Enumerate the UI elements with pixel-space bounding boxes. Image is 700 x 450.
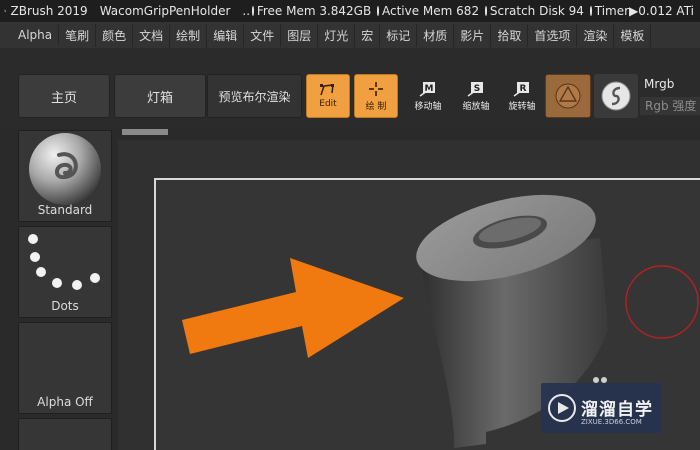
menu-color[interactable]: 颜色 <box>96 23 134 47</box>
menu-render[interactable]: 渲染 <box>577 23 615 47</box>
active-mem-dot-icon <box>377 6 379 16</box>
edit-label: Edit <box>319 99 337 109</box>
menu-edit[interactable]: 编辑 <box>207 23 245 47</box>
draw-icon <box>369 81 383 96</box>
menu-light[interactable]: 灯光 <box>318 23 356 47</box>
menu-layer[interactable]: 图层 <box>281 23 319 47</box>
lightbox-button[interactable]: 灯箱 <box>114 74 206 118</box>
standard-brush-icon <box>29 133 101 205</box>
edit-icon <box>320 84 334 96</box>
orange-arrow-shape <box>182 258 404 358</box>
move-axis-label: 移动轴 <box>414 101 442 112</box>
scale-icon: S <box>467 81 483 97</box>
scale-axis-button[interactable]: S 缩放轴 <box>454 74 498 118</box>
mrgb-button[interactable]: Mrgb <box>644 77 674 91</box>
draw-label: 绘 制 <box>365 101 387 112</box>
play-logo-icon <box>548 394 576 422</box>
menu-preferences[interactable]: 首选项 <box>528 23 578 47</box>
rgb-intensity-slider[interactable]: Rgb 强度 <box>640 97 700 115</box>
free-mem: Free Mem 3.842GB <box>256 4 372 18</box>
stroke-label: Dots <box>51 299 79 313</box>
rotate-axis-button[interactable]: R 旋转轴 <box>500 74 544 118</box>
rotate-axis-label: 旋转轴 <box>508 101 536 112</box>
menu-stencil[interactable]: 模板 <box>614 23 652 47</box>
scale-axis-label: 缩放轴 <box>462 101 490 112</box>
timer-dot-icon <box>589 6 592 16</box>
menu-document[interactable]: 文档 <box>133 23 171 47</box>
material-button[interactable] <box>545 74 591 118</box>
alpha-label: Alpha Off <box>37 395 93 409</box>
menu-material[interactable]: 材质 <box>417 23 455 47</box>
zsphere-button[interactable] <box>594 74 638 118</box>
rotate-icon: R <box>513 81 529 97</box>
menu-movie[interactable]: 影片 <box>454 23 492 47</box>
move-axis-button[interactable]: M 移动轴 <box>406 74 450 118</box>
free-mem-dot-icon <box>252 6 254 16</box>
scale-key-text: S <box>474 84 480 94</box>
title-ellipsis: .. <box>242 4 251 18</box>
active-mem: Active Mem 682 <box>382 4 480 18</box>
edit-button[interactable]: Edit <box>306 74 350 118</box>
bpr-render-button[interactable]: 预览布尔渲染 <box>207 74 302 118</box>
menu-marker[interactable]: 标记 <box>380 23 418 47</box>
red-gizmo-circle <box>625 265 699 339</box>
texture-slot[interactable] <box>18 418 112 450</box>
move-icon: M <box>419 81 435 97</box>
menu-file[interactable]: 文件 <box>244 23 282 47</box>
stroke-slot[interactable]: Dots <box>18 226 112 318</box>
menu-alpha[interactable]: Alpha <box>12 25 60 45</box>
home-button[interactable]: 主页 <box>18 74 110 118</box>
menu-macro[interactable]: 宏 <box>355 23 381 47</box>
top-shelf: 主页 灯箱 预览布尔渲染 Edit 绘 制 M 移动轴 S 缩放轴 R 旋转轴 … <box>0 48 700 126</box>
menu-picker[interactable]: 拾取 <box>491 23 529 47</box>
timer: Timer▶0.012 ATi <box>594 4 695 18</box>
menu-bar: Alpha 笔刷 颜色 文档 绘制 编辑 文件 图层 灯光 宏 标记 材质 影片… <box>0 22 700 48</box>
watermark-logo: 溜溜自学 ZIXUE.3D66.COM <box>541 383 661 433</box>
menu-brush[interactable]: 笔刷 <box>59 23 97 47</box>
app-title: ZBrush 2019 <box>10 4 88 18</box>
title-bar: ZBrush 2019 WacomGripPenHolder .. Free M… <box>0 0 700 22</box>
watermark-title: 溜溜自学 <box>581 400 653 420</box>
watermark-subtitle: ZIXUE.3D66.COM <box>581 418 642 426</box>
draw-button[interactable]: 绘 制 <box>354 74 398 118</box>
brush-slot[interactable]: Standard <box>18 130 112 222</box>
canvas-scroll-handle[interactable] <box>122 129 168 135</box>
scratch-disk: Scratch Disk 94 <box>489 4 584 18</box>
brush-label: Standard <box>37 203 93 217</box>
menu-draw[interactable]: 绘制 <box>170 23 208 47</box>
zsphere-icon <box>601 81 631 111</box>
alpha-slot[interactable]: Alpha Off <box>18 322 112 414</box>
zbrush-logo-icon <box>4 9 7 13</box>
document-name: WacomGripPenHolder <box>99 4 231 18</box>
material-sphere-icon <box>555 83 581 109</box>
scratch-disk-dot-icon <box>485 6 487 16</box>
dots-stroke-icon <box>28 234 100 290</box>
rotate-key-text: R <box>520 84 527 94</box>
